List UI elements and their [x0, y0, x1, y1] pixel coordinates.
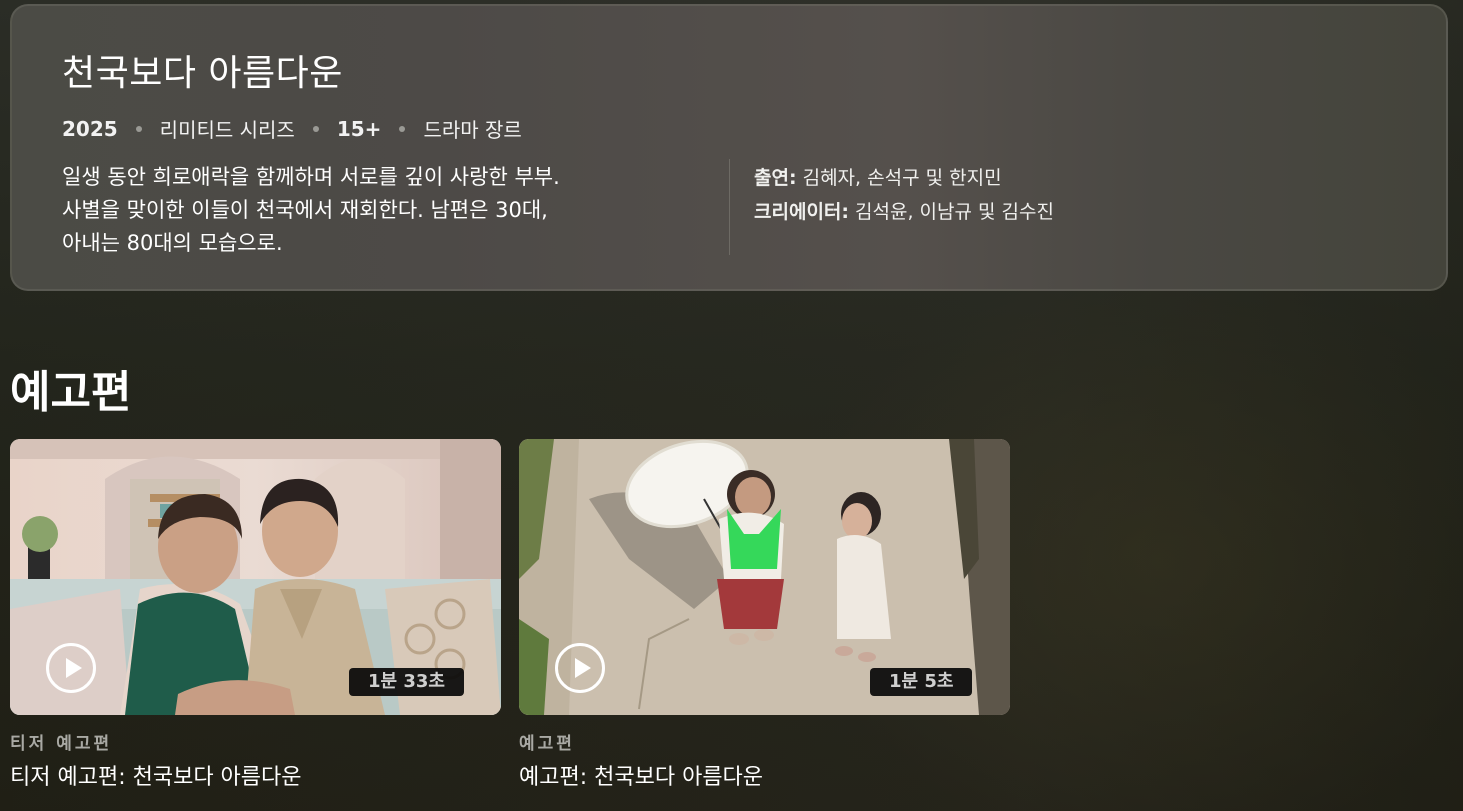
trailer-card[interactable]: 1분 33초 티저 예고편 티저 예고편: 천국보다 아름다운	[10, 439, 501, 790]
info-divider	[729, 159, 730, 255]
creators-label: 크리에이터:	[754, 201, 849, 223]
trailer-title[interactable]: 예고편: 천국보다 아름다운	[519, 759, 763, 791]
show-meta-row: 2025 리미티드 시리즈 15+ 드라마 장르	[62, 114, 522, 143]
meta-separator-dot	[312, 125, 319, 132]
show-title: 천국보다 아름다운	[62, 53, 343, 94]
show-credits: 출연: 김혜자, 손석구 및 한지민 크리에이터: 김석윤, 이남규 및 김수진	[754, 161, 1054, 229]
maturity-rating: 15+	[336, 116, 382, 141]
duration-badge: 1분 33초	[349, 668, 464, 696]
play-button[interactable]	[555, 643, 605, 693]
meta-separator-dot	[135, 125, 142, 132]
trailer-title[interactable]: 티저 예고편: 천국보다 아름다운	[10, 759, 302, 791]
show-info-panel: 천국보다 아름다운 2025 리미티드 시리즈 15+ 드라마 장르 일생 동안…	[10, 4, 1448, 291]
cast-names: 김혜자, 손석구 및 한지민	[796, 167, 1002, 189]
trailer-card[interactable]: 1분 5초 예고편 예고편: 천국보다 아름다운	[519, 439, 1010, 790]
creator-names: 김석윤, 이남규 및 김수진	[849, 201, 1054, 223]
meta-separator-dot	[399, 125, 406, 132]
trailer-type-label: 예고편	[519, 734, 575, 754]
trailer-thumbnail[interactable]: 1분 5초	[519, 439, 1010, 715]
creators-credit: 크리에이터: 김석윤, 이남규 및 김수진	[754, 195, 1054, 229]
series-format: 리미티드 시리즈	[159, 118, 295, 142]
cast-credit: 출연: 김혜자, 손석구 및 한지민	[754, 161, 1054, 195]
release-year: 2025	[62, 116, 118, 141]
play-button[interactable]	[46, 643, 96, 693]
synopsis-line: 일생 동안 희로애락을 함께하며 서로를 깊이 사랑한 부부.	[62, 165, 560, 189]
play-icon	[65, 658, 82, 678]
show-synopsis: 일생 동안 희로애락을 함께하며 서로를 깊이 사랑한 부부. 사별을 맞이한 …	[62, 161, 702, 260]
title-detail-page: 천국보다 아름다운 2025 리미티드 시리즈 15+ 드라마 장르 일생 동안…	[0, 0, 1463, 811]
play-icon	[574, 658, 591, 678]
trailers-section-title: 예고편	[10, 367, 132, 418]
trailer-thumbnail[interactable]: 1분 33초	[10, 439, 501, 715]
synopsis-line: 아내는 80대의 모습으로.	[62, 231, 283, 255]
synopsis-line: 사별을 맞이한 이들이 천국에서 재회한다. 남편은 30대,	[62, 198, 548, 222]
trailer-type-label: 티저 예고편	[10, 734, 113, 754]
cast-label: 출연:	[754, 167, 797, 189]
duration-badge: 1분 5초	[870, 668, 973, 696]
genre-label: 드라마 장르	[423, 118, 522, 142]
